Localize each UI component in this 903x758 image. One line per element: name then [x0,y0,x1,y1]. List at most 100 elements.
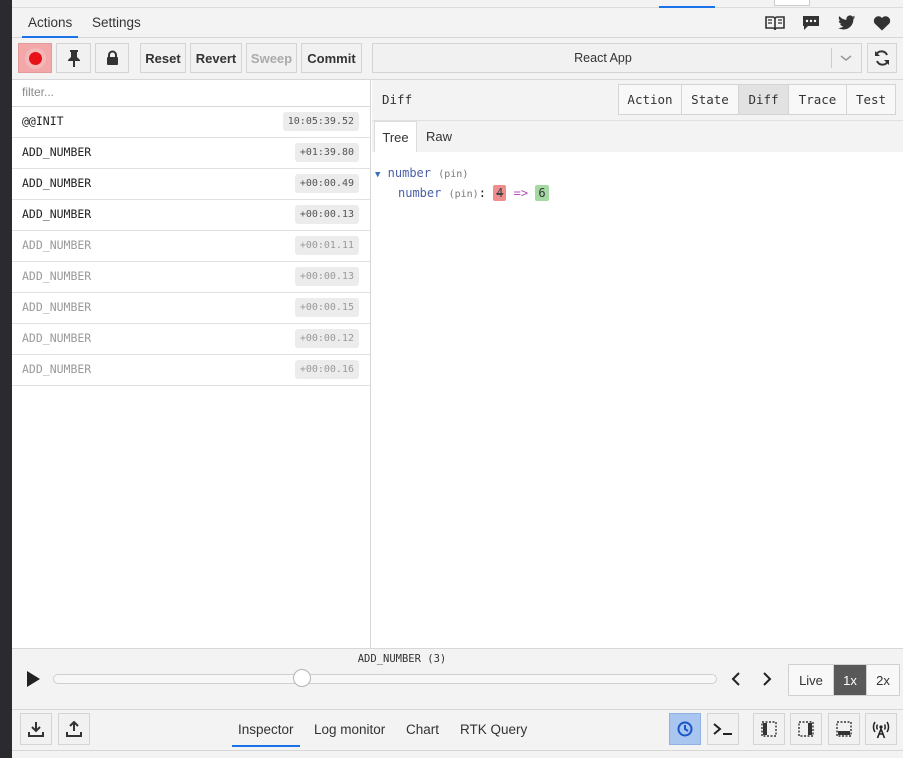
top-input-fragment [774,0,810,6]
action-time: +00:00.49 [294,174,359,193]
tree-key: number [387,166,432,180]
action-row[interactable]: ADD_NUMBER +00:00.16 [12,354,370,386]
pin-button[interactable] [56,43,91,73]
instance-select[interactable]: React App [372,43,862,73]
action-name: ADD_NUMBER [22,269,92,283]
tree-child-node: number (pin): 4 => 6 [398,185,549,201]
sync-button[interactable] [867,43,897,73]
speed-1x-button[interactable]: 1x [833,664,867,696]
chat-icon[interactable] [801,14,821,32]
tab-settings[interactable]: Settings [92,8,141,38]
lock-button[interactable] [95,43,129,73]
persist-button[interactable] [669,713,701,745]
tree-key: number [398,186,442,200]
select-divider [831,48,832,68]
action-row[interactable]: ADD_NUMBER +00:00.12 [12,323,370,355]
lock-icon [106,50,118,65]
commit-button[interactable]: Commit [301,43,362,73]
filter-bar [12,80,370,107]
expand-arrow-icon[interactable]: ▼ [375,170,380,180]
action-time: +00:00.13 [294,267,359,286]
action-row[interactable]: ADD_NUMBER +00:01.11 [12,230,370,262]
play-button[interactable] [25,670,41,691]
chevron-left-icon [731,672,740,686]
slider-bar: ADD_NUMBER (3) Live 1x 2x [12,648,903,710]
view-subtabs: Tree Raw [372,121,903,152]
top-tab-bar: Actions Settings [12,8,903,38]
record-button[interactable] [18,43,52,73]
import-button[interactable] [20,713,52,745]
prev-button[interactable] [730,671,742,690]
filter-input[interactable] [12,80,362,104]
book-icon[interactable] [765,14,785,32]
instance-select-value: React App [574,51,632,65]
action-row[interactable]: ADD_NUMBER +00:00.15 [12,292,370,324]
action-name: ADD_NUMBER [22,362,92,376]
console-button[interactable] [707,713,739,745]
action-row[interactable]: @@INIT 10:05:39.52 [12,106,370,138]
reset-button[interactable]: Reset [140,43,186,73]
revert-button[interactable]: Revert [190,43,242,73]
remote-button[interactable] [865,713,897,745]
tab-test[interactable]: Test [846,84,896,115]
action-time: +00:00.13 [294,205,359,224]
action-name: ADD_NUMBER [22,176,92,190]
browser-top-strip [12,0,903,8]
tab-actions[interactable]: Actions [21,8,79,38]
tree-root-node[interactable]: ▼ number (pin) [375,166,468,180]
action-time: +01:39.80 [294,143,359,162]
action-list-pane: @@INIT 10:05:39.52 ADD_NUMBER +01:39.80 … [12,80,371,648]
action-name: ADD_NUMBER [22,331,92,345]
sync-icon [875,50,889,66]
tab-chart[interactable]: Chart [406,710,439,750]
speed-live-button[interactable]: Live [788,664,834,696]
dock-right-button[interactable] [790,713,822,745]
tab-inspector[interactable]: Inspector [232,710,300,750]
remote-icon [872,721,890,739]
dock-left-icon [761,721,777,737]
slider-label: ADD_NUMBER (3) [357,653,447,665]
tab-trace[interactable]: Trace [788,84,847,115]
action-row[interactable]: ADD_NUMBER +01:39.80 [12,137,370,169]
dock-bottom-button[interactable] [828,713,860,745]
pin-label[interactable]: (pin) [449,189,479,200]
slider-track[interactable] [53,674,717,684]
play-icon [27,671,40,687]
window-bottom-strip [12,750,903,758]
tree-colon: : [478,186,486,200]
chevron-right-icon [763,672,772,686]
tab-rtk-query[interactable]: RTK Query [460,710,527,750]
action-row[interactable]: ADD_NUMBER +00:00.13 [12,261,370,293]
action-row[interactable]: ADD_NUMBER +00:00.13 [12,199,370,231]
pin-label[interactable]: (pin) [438,169,468,180]
next-button[interactable] [761,671,773,690]
subtab-tree[interactable]: Tree [374,121,417,152]
upload-icon [66,721,82,737]
tab-log-monitor[interactable]: Log monitor [314,710,385,750]
speed-2x-button[interactable]: 2x [866,664,900,696]
slider-thumb[interactable] [293,669,311,687]
terminal-icon [713,723,732,735]
old-value: 4 [493,185,507,201]
tab-action[interactable]: Action [618,84,682,115]
sweep-button[interactable]: Sweep [246,43,297,73]
action-time: +00:00.15 [294,298,359,317]
inspector-header: Diff Action State Diff Trace Test [372,80,903,121]
action-time: +00:00.12 [294,329,359,348]
twitter-icon[interactable] [837,14,857,32]
tab-state[interactable]: State [681,84,739,115]
subtab-raw[interactable]: Raw [420,121,458,152]
action-time: +00:01.11 [294,236,359,255]
download-icon [28,722,44,737]
bottom-bar: Inspector Log monitor Chart RTK Query [12,710,903,750]
action-name: ADD_NUMBER [22,300,92,314]
dock-left-button[interactable] [753,713,785,745]
inspector-pane: Diff Action State Diff Trace Test Tree R… [372,80,903,648]
persist-icon [677,721,693,737]
action-name: @@INIT [22,114,64,128]
action-time: 10:05:39.52 [282,112,359,131]
export-button[interactable] [58,713,90,745]
action-row[interactable]: ADD_NUMBER +00:00.49 [12,168,370,200]
tab-diff[interactable]: Diff [738,84,789,115]
heart-icon[interactable] [872,14,892,32]
